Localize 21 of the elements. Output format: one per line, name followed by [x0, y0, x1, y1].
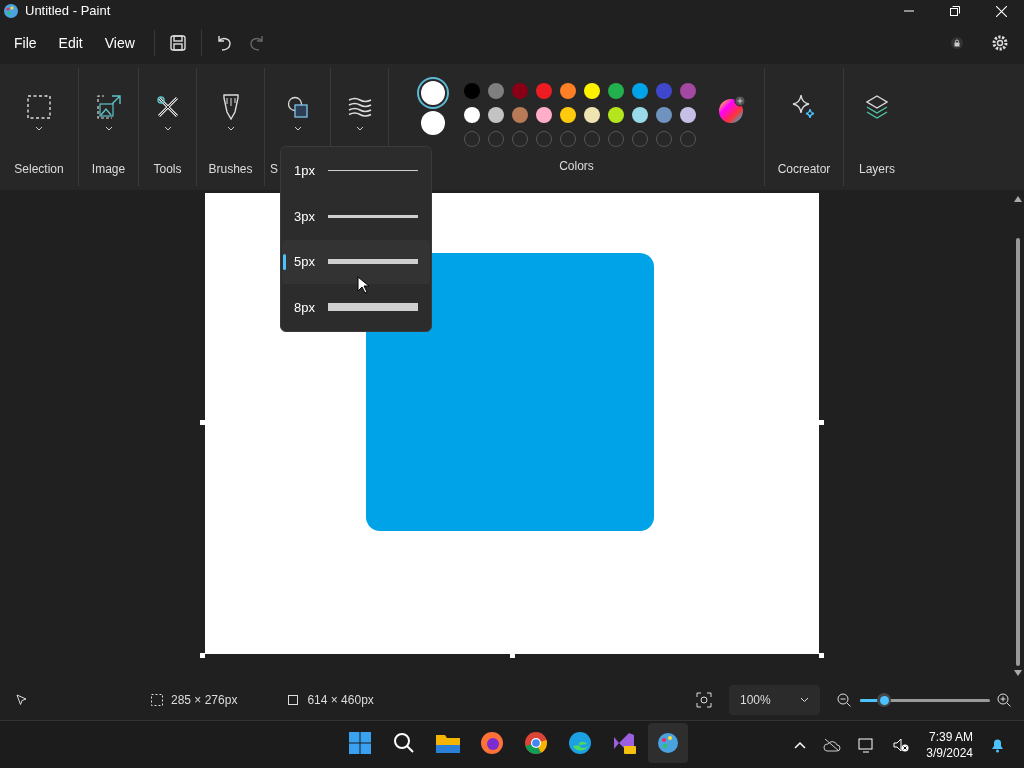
menu-item[interactable]: Edit — [47, 28, 94, 58]
menu-item[interactable]: View — [93, 28, 146, 58]
clock-date[interactable]: 3/9/2024 — [926, 744, 973, 761]
menu-item[interactable]: File — [3, 28, 48, 58]
group-label: Brushes — [208, 161, 253, 178]
zoom-dropdown[interactable]: 100% — [729, 685, 820, 715]
size-option[interactable]: 5px — [282, 240, 430, 284]
group-label: Tools — [153, 161, 182, 178]
group-label: Layers — [859, 161, 895, 178]
size-option[interactable]: 8px — [282, 285, 430, 329]
size-option[interactable]: 3px — [282, 194, 430, 238]
selection-size: 285 × 276px — [171, 692, 238, 709]
size-option[interactable]: 1px — [282, 149, 430, 193]
group-label: Image — [91, 161, 126, 178]
group-label: Colors — [559, 158, 594, 175]
group-label: Selection — [14, 161, 64, 178]
canvas-size: 614 × 460px — [307, 692, 374, 709]
clock-time[interactable]: 7:39 AM — [928, 728, 973, 745]
window-title: Untitled - Paint — [25, 2, 111, 21]
group-label: Cocreator — [777, 161, 831, 178]
group-label: S — [270, 161, 278, 178]
